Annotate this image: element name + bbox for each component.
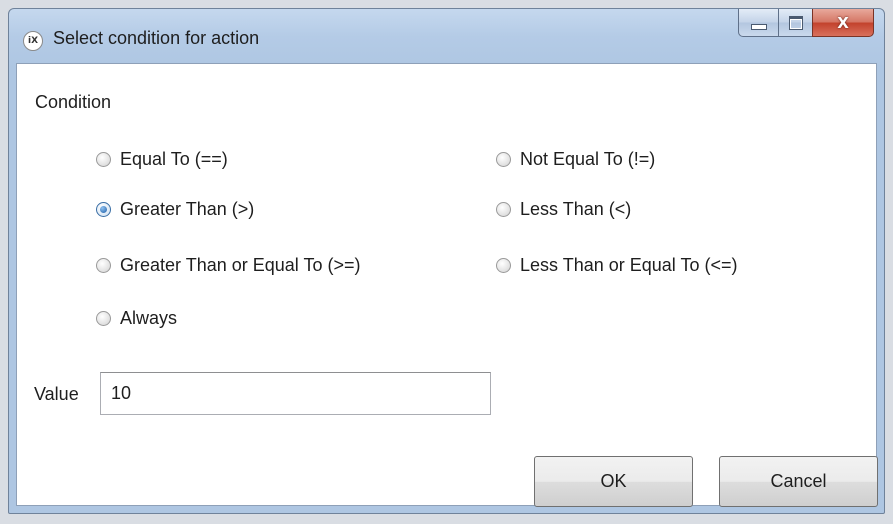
radio-equal-to-label: Equal To (==)	[120, 149, 228, 169]
value-label: Value	[34, 384, 79, 404]
radio-equal-to-indicator[interactable]	[96, 152, 111, 167]
radio-not-equal-to-label: Not Equal To (!=)	[520, 149, 656, 169]
window-controls: X	[738, 9, 874, 37]
minimize-icon	[750, 23, 767, 30]
minimize-button[interactable]	[738, 9, 778, 37]
radio-greater-than-label: Greater Than (>)	[120, 199, 255, 219]
maximize-icon	[788, 15, 803, 30]
condition-label: Condition	[35, 92, 112, 112]
radio-not-equal-to[interactable]: Not Equal To (!=)	[496, 149, 655, 170]
app-icon: iX	[23, 31, 43, 51]
radio-less-than-or-equal-indicator[interactable]	[496, 258, 511, 273]
maximize-button[interactable]	[778, 9, 812, 37]
radio-always-indicator[interactable]	[96, 311, 111, 326]
radio-greater-than-or-equal-label: Greater Than or Equal To (>=)	[120, 255, 361, 275]
title-bar[interactable]: iX Select condition for action X	[9, 9, 884, 63]
radio-greater-than-or-equal[interactable]: Greater Than or Equal To (>=)	[96, 255, 360, 276]
radio-less-than-or-equal-label: Less Than or Equal To (<=)	[520, 255, 738, 275]
radio-not-equal-to-indicator[interactable]	[496, 152, 511, 167]
radio-always-label: Always	[120, 308, 178, 328]
radio-equal-to[interactable]: Equal To (==)	[96, 149, 228, 170]
window-title: Select condition for action	[53, 28, 260, 48]
radio-less-than-or-equal[interactable]: Less Than or Equal To (<=)	[496, 255, 737, 276]
dialog-window: iX Select condition for action X Conditi…	[8, 8, 885, 514]
radio-greater-than-indicator[interactable]	[96, 202, 111, 217]
radio-less-than[interactable]: Less Than (<)	[496, 199, 631, 220]
radio-greater-than[interactable]: Greater Than (>)	[96, 199, 254, 220]
radio-greater-than-or-equal-indicator[interactable]	[96, 258, 111, 273]
ok-button[interactable]: OK	[534, 456, 693, 507]
radio-less-than-indicator[interactable]	[496, 202, 511, 217]
radio-always[interactable]: Always	[96, 308, 177, 329]
cancel-button[interactable]: Cancel	[719, 456, 878, 507]
value-input[interactable]	[100, 372, 491, 415]
close-button[interactable]: X	[812, 9, 874, 37]
close-icon: X	[837, 13, 849, 32]
dialog-content: Condition Equal To (==) Not Equal To (!=…	[16, 63, 878, 507]
radio-less-than-label: Less Than (<)	[520, 199, 632, 219]
